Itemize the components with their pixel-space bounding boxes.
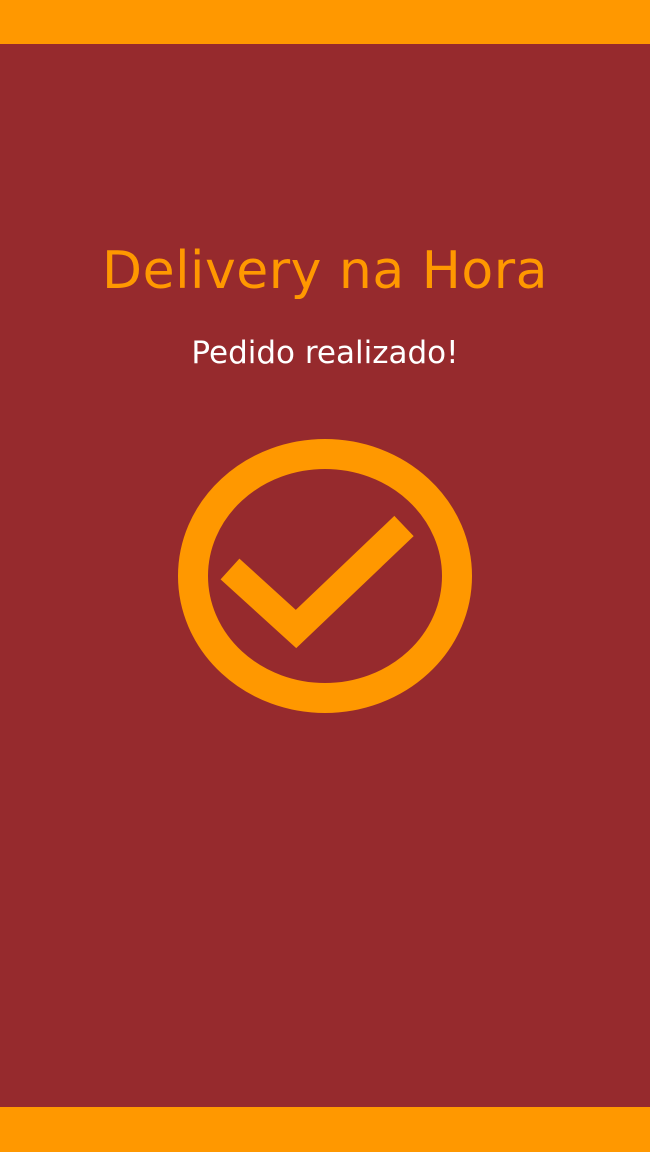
checkmark	[220, 515, 414, 649]
check-circle-icon	[178, 439, 472, 713]
app-title: Delivery na Hora	[102, 241, 548, 301]
bottom-bar	[0, 1107, 650, 1152]
order-confirmation-screen: Delivery na Hora Pedido realizado!	[0, 0, 650, 1152]
order-status-message: Pedido realizado!	[191, 335, 459, 371]
top-bar	[0, 0, 650, 44]
